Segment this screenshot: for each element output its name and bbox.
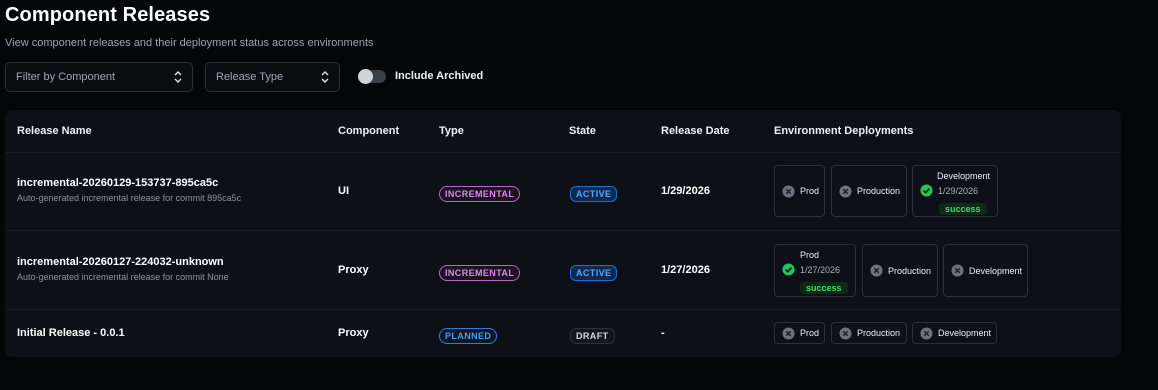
env-card-development[interactable]: Development bbox=[912, 322, 997, 344]
component-filter-select[interactable]: Filter by Component bbox=[5, 62, 193, 92]
state-badge: DRAFT bbox=[570, 328, 615, 344]
x-circle-icon bbox=[839, 326, 852, 340]
release-date: 1/29/2026 bbox=[661, 185, 710, 197]
env-card-production[interactable]: Production bbox=[831, 322, 907, 344]
deploy-status-badge: success bbox=[800, 282, 848, 294]
env-name: Development bbox=[937, 171, 991, 181]
x-circle-icon bbox=[870, 264, 883, 277]
state-badge: ACTIVE bbox=[570, 186, 618, 202]
env-name: Development bbox=[938, 328, 992, 338]
env-name: Prod bbox=[800, 328, 820, 338]
env-name: Prod bbox=[800, 250, 820, 260]
header-environment-deployments: Environment Deployments bbox=[774, 125, 914, 137]
chevron-up-down-icon bbox=[174, 71, 182, 83]
header-divider bbox=[5, 152, 1121, 153]
release-type-value: Release Type bbox=[216, 71, 284, 83]
type-badge: INCREMENTAL bbox=[439, 265, 521, 281]
env-card-production[interactable]: Production bbox=[862, 244, 938, 297]
component-name: Proxy bbox=[338, 327, 369, 339]
env-card-prod[interactable]: Prod bbox=[774, 165, 825, 217]
header-state: State bbox=[569, 125, 596, 137]
chevron-up-down-icon bbox=[321, 71, 329, 83]
component-name: UI bbox=[338, 185, 349, 197]
release-name[interactable]: Initial Release - 0.0.1 bbox=[17, 327, 125, 339]
x-circle-icon bbox=[782, 184, 795, 198]
release-description: Auto-generated incremental release for c… bbox=[17, 272, 229, 282]
env-name: Production bbox=[857, 328, 901, 338]
env-name: Development bbox=[969, 265, 1023, 276]
env-card-production[interactable]: Production bbox=[831, 165, 907, 217]
env-card-prod[interactable]: Prod bbox=[774, 322, 825, 344]
row-divider bbox=[5, 309, 1121, 310]
deploy-status-badge: success bbox=[939, 203, 987, 215]
state-badge: ACTIVE bbox=[570, 265, 618, 281]
release-description: Auto-generated incremental release for c… bbox=[17, 193, 242, 203]
type-badge: INCREMENTAL bbox=[439, 186, 521, 202]
env-name: Production bbox=[857, 186, 901, 196]
header-release-name: Release Name bbox=[17, 125, 92, 137]
toggle-knob bbox=[358, 69, 373, 84]
env-name: Prod bbox=[800, 186, 820, 196]
type-badge: PLANNED bbox=[439, 328, 498, 344]
release-date: - bbox=[661, 327, 665, 339]
component-filter-value: Filter by Component bbox=[16, 71, 116, 83]
release-date: 1/27/2026 bbox=[661, 264, 710, 276]
row-divider bbox=[5, 230, 1121, 231]
env-card-development[interactable]: Development 1/29/2026 success bbox=[912, 165, 998, 217]
x-circle-icon bbox=[782, 326, 795, 340]
component-name: Proxy bbox=[338, 264, 369, 276]
header-component: Component bbox=[338, 125, 400, 137]
x-circle-icon bbox=[920, 326, 933, 340]
env-name: Production bbox=[888, 265, 932, 276]
x-circle-icon bbox=[839, 184, 852, 198]
include-archived-toggle[interactable] bbox=[358, 69, 386, 84]
deploy-date: 1/27/2026 bbox=[800, 264, 841, 275]
release-name[interactable]: incremental-20260127-224032-unknown bbox=[17, 256, 229, 268]
header-release-date: Release Date bbox=[661, 125, 730, 137]
page-subtitle: View component releases and their deploy… bbox=[5, 37, 374, 49]
release-type-select[interactable]: Release Type bbox=[205, 62, 340, 92]
page-title: Component Releases bbox=[5, 4, 211, 26]
releases-table: Release Name Component Type State Releas… bbox=[5, 110, 1121, 357]
header-type: Type bbox=[439, 125, 464, 137]
env-card-development[interactable]: Development bbox=[943, 244, 1028, 297]
check-circle-icon bbox=[782, 263, 795, 276]
include-archived-label: Include Archived bbox=[395, 70, 484, 82]
x-circle-icon bbox=[951, 264, 964, 277]
deploy-date: 1/29/2026 bbox=[938, 185, 979, 196]
check-circle-icon bbox=[920, 184, 933, 197]
release-name[interactable]: incremental-20260129-153737-895ca5c bbox=[17, 177, 241, 189]
env-card-prod[interactable]: Prod 1/27/2026 success bbox=[774, 244, 856, 297]
